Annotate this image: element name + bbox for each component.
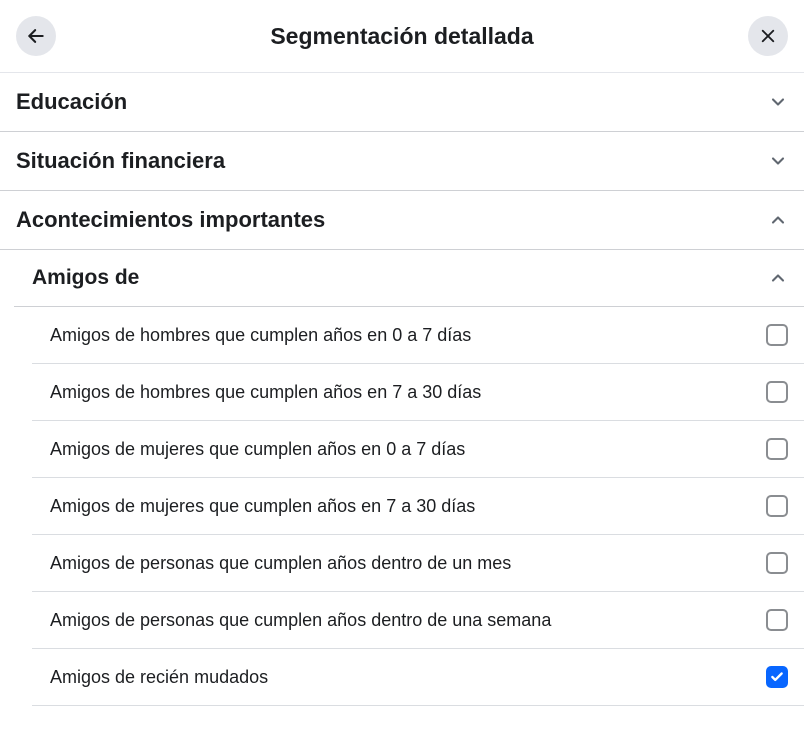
option-row[interactable]: Amigos de hombres que cumplen años en 7 … (32, 364, 804, 421)
option-row[interactable]: Amigos de mujeres que cumplen años en 0 … (32, 421, 804, 478)
check-icon (770, 670, 784, 684)
option-label: Amigos de hombres que cumplen años en 0 … (50, 325, 471, 346)
section-educacion[interactable]: Educación (0, 73, 804, 132)
option-row[interactable]: Amigos de mujeres que cumplen años en 7 … (32, 478, 804, 535)
option-row[interactable]: Amigos de personas que cumplen años dent… (32, 592, 804, 649)
subsection-container: Amigos de Amigos de hombres que cumplen … (0, 250, 804, 706)
subsection-amigos-de[interactable]: Amigos de (14, 250, 804, 307)
checkbox[interactable] (766, 552, 788, 574)
modal-title: Segmentación detallada (56, 23, 748, 50)
option-label: Amigos de mujeres que cumplen años en 0 … (50, 439, 465, 460)
chevron-down-icon (768, 92, 788, 112)
option-label: Amigos de personas que cumplen años dent… (50, 553, 511, 574)
close-button[interactable] (748, 16, 788, 56)
section-acontecimientos[interactable]: Acontecimientos importantes (0, 191, 804, 250)
option-label: Amigos de personas que cumplen años dent… (50, 610, 551, 631)
back-button[interactable] (16, 16, 56, 56)
chevron-up-icon (768, 268, 788, 288)
subsection-title: Amigos de (32, 266, 139, 290)
checkbox[interactable] (766, 381, 788, 403)
section-title: Acontecimientos importantes (16, 207, 325, 233)
option-label: Amigos de recién mudados (50, 667, 268, 688)
section-situacion-financiera[interactable]: Situación financiera (0, 132, 804, 191)
option-list: Amigos de hombres que cumplen años en 0 … (14, 307, 804, 706)
checkbox[interactable] (766, 495, 788, 517)
checkbox[interactable] (766, 324, 788, 346)
option-row[interactable]: Amigos de recién mudados (32, 649, 804, 706)
option-label: Amigos de hombres que cumplen años en 7 … (50, 382, 481, 403)
checkbox[interactable] (766, 609, 788, 631)
modal-header: Segmentación detallada (0, 0, 804, 73)
checkbox[interactable] (766, 438, 788, 460)
option-label: Amigos de mujeres que cumplen años en 7 … (50, 496, 475, 517)
close-icon (759, 27, 777, 45)
checkbox[interactable] (766, 666, 788, 688)
option-row[interactable]: Amigos de personas que cumplen años dent… (32, 535, 804, 592)
section-title: Educación (16, 89, 127, 115)
section-title: Situación financiera (16, 148, 225, 174)
option-row[interactable]: Amigos de hombres que cumplen años en 0 … (32, 307, 804, 364)
arrow-left-icon (26, 26, 46, 46)
chevron-up-icon (768, 210, 788, 230)
chevron-down-icon (768, 151, 788, 171)
